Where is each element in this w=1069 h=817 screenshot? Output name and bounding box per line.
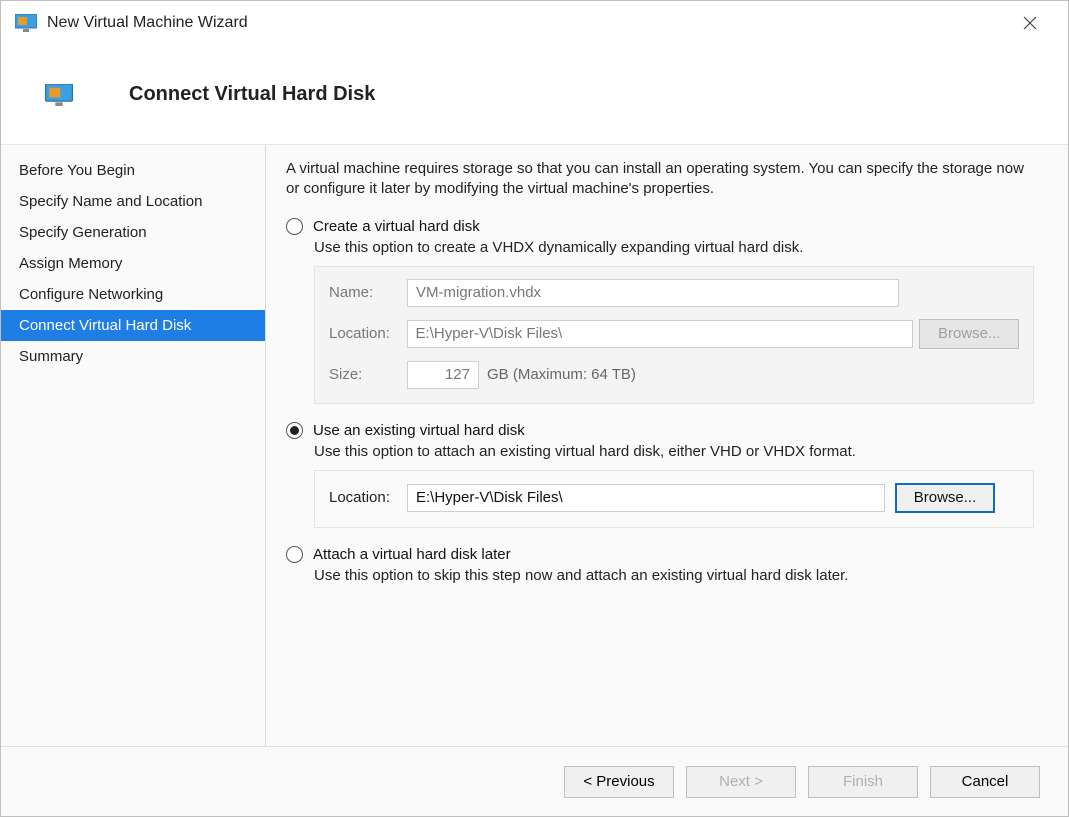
header-icon	[45, 84, 73, 106]
finish-button: Finish	[808, 766, 918, 798]
titlebar: New Virtual Machine Wizard	[1, 1, 1068, 45]
next-button: Next >	[686, 766, 796, 798]
name-label: Name:	[329, 284, 407, 301]
radio-create[interactable]: Create a virtual hard disk	[286, 218, 1040, 235]
radio-icon	[286, 546, 303, 563]
radio-create-label: Create a virtual hard disk	[313, 218, 480, 235]
wizard-body: Before You Begin Specify Name and Locati…	[1, 145, 1068, 746]
option-later: Attach a virtual hard disk later Use thi…	[286, 546, 1040, 584]
option-create-desc: Use this option to create a VHDX dynamic…	[314, 239, 1040, 256]
existing-location-label: Location:	[329, 489, 407, 506]
window-title: New Virtual Machine Wizard	[47, 14, 248, 32]
page-title: Connect Virtual Hard Disk	[129, 83, 375, 106]
create-location-field	[407, 320, 914, 348]
create-form: Name: Location: Browse... Size: GB (Maxi…	[314, 266, 1034, 404]
size-field	[407, 361, 479, 389]
name-field	[407, 279, 899, 307]
radio-existing[interactable]: Use an existing virtual hard disk	[286, 422, 1040, 439]
wizard-window: New Virtual Machine Wizard Connect Virtu…	[0, 0, 1069, 817]
app-icon	[15, 14, 37, 32]
previous-button[interactable]: < Previous	[564, 766, 674, 798]
existing-location-field[interactable]	[407, 484, 885, 512]
option-existing: Use an existing virtual hard disk Use th…	[286, 422, 1040, 528]
create-browse-button: Browse...	[919, 319, 1019, 349]
radio-later-label: Attach a virtual hard disk later	[313, 546, 511, 563]
location-label: Location:	[329, 325, 407, 342]
sidebar-item-configure-networking[interactable]: Configure Networking	[1, 279, 265, 310]
radio-existing-label: Use an existing virtual hard disk	[313, 422, 525, 439]
size-label: Size:	[329, 366, 407, 383]
sidebar-item-summary[interactable]: Summary	[1, 341, 265, 372]
sidebar-item-connect-vhd[interactable]: Connect Virtual Hard Disk	[1, 310, 265, 341]
sidebar-item-before-you-begin[interactable]: Before You Begin	[1, 155, 265, 186]
radio-later[interactable]: Attach a virtual hard disk later	[286, 546, 1040, 563]
wizard-header: Connect Virtual Hard Disk	[1, 45, 1068, 145]
cancel-button[interactable]: Cancel	[930, 766, 1040, 798]
option-existing-desc: Use this option to attach an existing vi…	[314, 443, 1040, 460]
sidebar-item-assign-memory[interactable]: Assign Memory	[1, 248, 265, 279]
wizard-sidebar: Before You Begin Specify Name and Locati…	[1, 145, 266, 746]
radio-icon	[286, 422, 303, 439]
size-suffix: GB (Maximum: 64 TB)	[487, 366, 636, 383]
wizard-footer: < Previous Next > Finish Cancel	[1, 746, 1068, 816]
wizard-content: A virtual machine requires storage so th…	[266, 145, 1068, 746]
sidebar-item-specify-generation[interactable]: Specify Generation	[1, 217, 265, 248]
existing-form: Location: Browse...	[314, 470, 1034, 528]
close-button[interactable]	[1006, 1, 1054, 45]
intro-text: A virtual machine requires storage so th…	[286, 159, 1026, 200]
existing-browse-button[interactable]: Browse...	[895, 483, 995, 513]
option-create: Create a virtual hard disk Use this opti…	[286, 218, 1040, 404]
sidebar-item-specify-name[interactable]: Specify Name and Location	[1, 186, 265, 217]
radio-icon	[286, 218, 303, 235]
option-later-desc: Use this option to skip this step now an…	[314, 567, 1040, 584]
